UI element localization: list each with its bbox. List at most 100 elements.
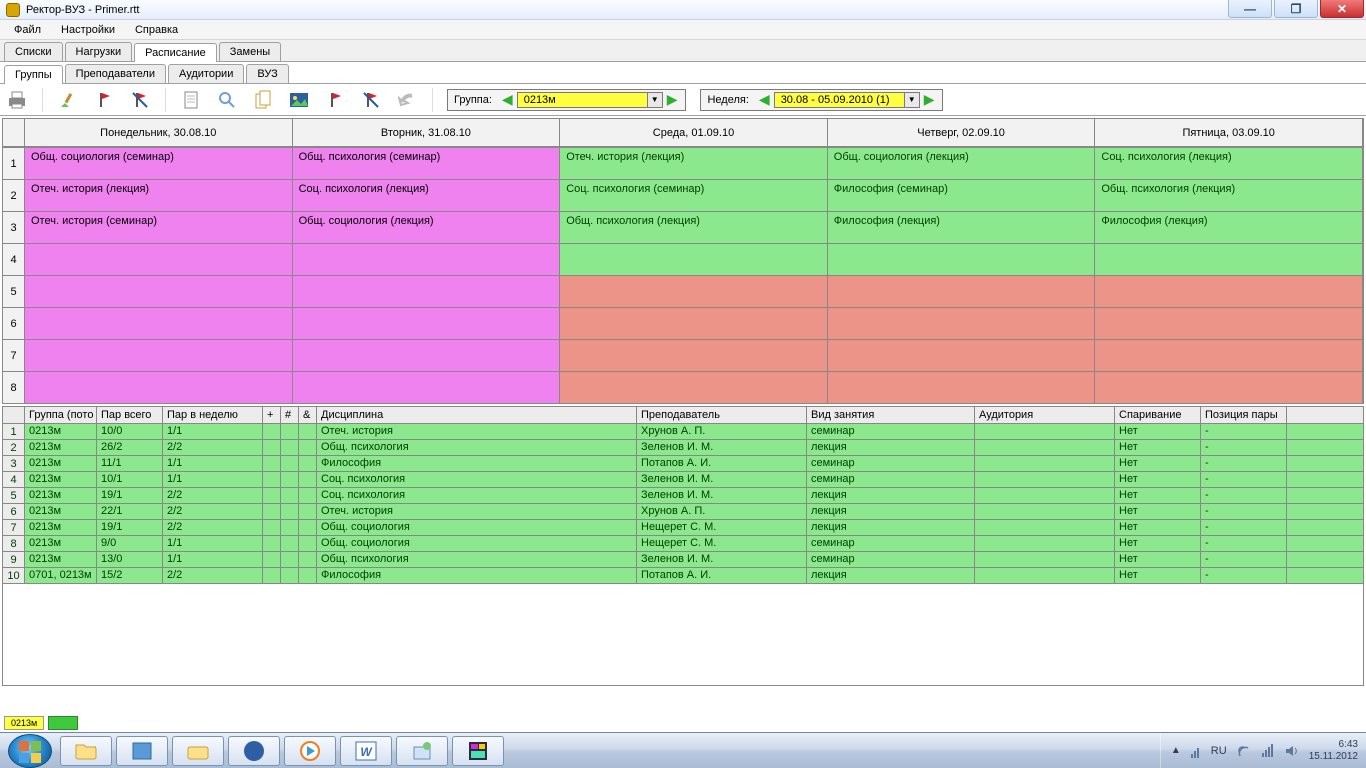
table-cell[interactable]: Нет <box>1115 440 1201 455</box>
schedule-cell[interactable]: Философия (лекция) <box>1095 211 1363 243</box>
schedule-cell[interactable]: Соц. психология (лекция) <box>293 179 561 211</box>
table-cell[interactable]: 0213м <box>25 536 97 551</box>
schedule-cell[interactable] <box>828 307 1096 339</box>
table-cell[interactable]: 0213м <box>25 456 97 471</box>
table-cell[interactable] <box>263 440 281 455</box>
prev-week-button[interactable]: ◀ <box>755 91 774 108</box>
table-cell[interactable]: - <box>1201 536 1287 551</box>
search-icon[interactable] <box>216 89 238 111</box>
schedule-cell[interactable] <box>828 243 1096 275</box>
lang-indicator[interactable]: RU <box>1211 745 1227 757</box>
table-cell[interactable] <box>975 456 1115 471</box>
table-cell[interactable] <box>281 472 299 487</box>
table-cell[interactable] <box>975 472 1115 487</box>
table-cell[interactable]: - <box>1201 520 1287 535</box>
column-header[interactable]: & <box>299 407 317 423</box>
table-cell[interactable]: 1/1 <box>163 552 263 567</box>
table-cell[interactable] <box>975 536 1115 551</box>
schedule-cell[interactable]: Философия (лекция) <box>828 211 1096 243</box>
schedule-cell[interactable]: Философия (семинар) <box>828 179 1096 211</box>
sub-tab[interactable]: Группы <box>4 65 63 84</box>
table-cell[interactable] <box>281 568 299 583</box>
schedule-cell[interactable] <box>25 339 293 371</box>
table-cell[interactable]: 19/1 <box>97 488 163 503</box>
table-cell[interactable]: Философия <box>317 568 637 583</box>
table-cell[interactable] <box>299 568 317 583</box>
prev-group-button[interactable]: ◀ <box>498 91 517 108</box>
print-icon[interactable] <box>6 89 28 111</box>
table-cell[interactable] <box>281 504 299 519</box>
task-explorer[interactable] <box>60 736 112 766</box>
task-word[interactable]: W <box>340 736 392 766</box>
volume-icon[interactable] <box>1285 744 1299 758</box>
group-dropdown-button[interactable]: ▼ <box>647 92 663 108</box>
schedule-cell[interactable] <box>1095 275 1363 307</box>
column-header[interactable]: + <box>263 407 281 423</box>
table-cell[interactable]: Философия <box>317 456 637 471</box>
schedule-cell[interactable]: Отеч. история (семинар) <box>25 211 293 243</box>
schedule-cell[interactable] <box>828 339 1096 371</box>
table-cell[interactable]: Нет <box>1115 488 1201 503</box>
table-cell[interactable]: семинар <box>807 472 975 487</box>
table-cell[interactable] <box>299 440 317 455</box>
schedule-cell[interactable] <box>25 371 293 403</box>
table-cell[interactable]: - <box>1201 440 1287 455</box>
table-cell[interactable]: Общ. психология <box>317 440 637 455</box>
flag-red2-icon[interactable] <box>324 89 346 111</box>
table-cell[interactable]: 1/1 <box>163 472 263 487</box>
table-cell[interactable]: Отеч. история <box>317 424 637 439</box>
table-cell[interactable]: Нет <box>1115 568 1201 583</box>
table-cell[interactable]: 13/0 <box>97 552 163 567</box>
table-cell[interactable] <box>299 456 317 471</box>
table-cell[interactable]: 19/1 <box>97 520 163 535</box>
schedule-cell[interactable] <box>293 307 561 339</box>
main-tab[interactable]: Списки <box>4 42 63 61</box>
next-week-button[interactable]: ▶ <box>920 91 939 108</box>
table-cell[interactable] <box>975 440 1115 455</box>
table-cell[interactable]: - <box>1201 456 1287 471</box>
tray-bars-icon[interactable] <box>1191 744 1201 758</box>
table-cell[interactable]: 0213м <box>25 504 97 519</box>
schedule-cell[interactable] <box>25 275 293 307</box>
main-tab[interactable]: Замены <box>219 42 281 61</box>
table-cell[interactable]: 10/0 <box>97 424 163 439</box>
schedule-cell[interactable]: Отеч. история (лекция) <box>25 179 293 211</box>
picture-icon[interactable] <box>288 89 310 111</box>
schedule-cell[interactable]: Общ. психология (лекция) <box>1095 179 1363 211</box>
table-cell[interactable]: Отеч. история <box>317 504 637 519</box>
table-cell[interactable] <box>975 552 1115 567</box>
table-cell[interactable]: Соц. психология <box>317 472 637 487</box>
table-cell[interactable] <box>263 456 281 471</box>
schedule-cell[interactable] <box>828 371 1096 403</box>
table-cell[interactable]: Потапов А. И. <box>637 568 807 583</box>
table-cell[interactable]: Общ. психология <box>317 552 637 567</box>
task-rektor[interactable] <box>452 736 504 766</box>
schedule-cell[interactable] <box>1095 371 1363 403</box>
table-cell[interactable] <box>299 488 317 503</box>
network-icon[interactable] <box>1261 744 1275 758</box>
table-cell[interactable]: Нет <box>1115 456 1201 471</box>
table-cell[interactable] <box>281 440 299 455</box>
schedule-cell[interactable] <box>25 243 293 275</box>
schedule-cell[interactable]: Общ. психология (лекция) <box>560 211 828 243</box>
table-cell[interactable]: лекция <box>807 520 975 535</box>
table-cell[interactable]: Потапов А. И. <box>637 456 807 471</box>
flag-red-icon[interactable] <box>93 89 115 111</box>
table-cell[interactable]: Зеленов И. М. <box>637 488 807 503</box>
table-cell[interactable] <box>975 520 1115 535</box>
table-cell[interactable]: - <box>1201 488 1287 503</box>
schedule-cell[interactable]: Общ. социология (лекция) <box>828 147 1096 179</box>
table-cell[interactable]: Общ. социология <box>317 520 637 535</box>
table-cell[interactable]: 2/2 <box>163 440 263 455</box>
table-cell[interactable] <box>263 504 281 519</box>
table-cell[interactable] <box>299 536 317 551</box>
column-header[interactable]: Позиция пары <box>1201 407 1287 423</box>
table-cell[interactable]: 22/1 <box>97 504 163 519</box>
table-cell[interactable]: - <box>1201 504 1287 519</box>
column-header[interactable]: Дисциплина <box>317 407 637 423</box>
table-cell[interactable]: Зеленов И. М. <box>637 472 807 487</box>
table-cell[interactable]: 11/1 <box>97 456 163 471</box>
table-cell[interactable]: - <box>1201 472 1287 487</box>
schedule-cell[interactable] <box>1095 243 1363 275</box>
table-cell[interactable] <box>975 568 1115 583</box>
